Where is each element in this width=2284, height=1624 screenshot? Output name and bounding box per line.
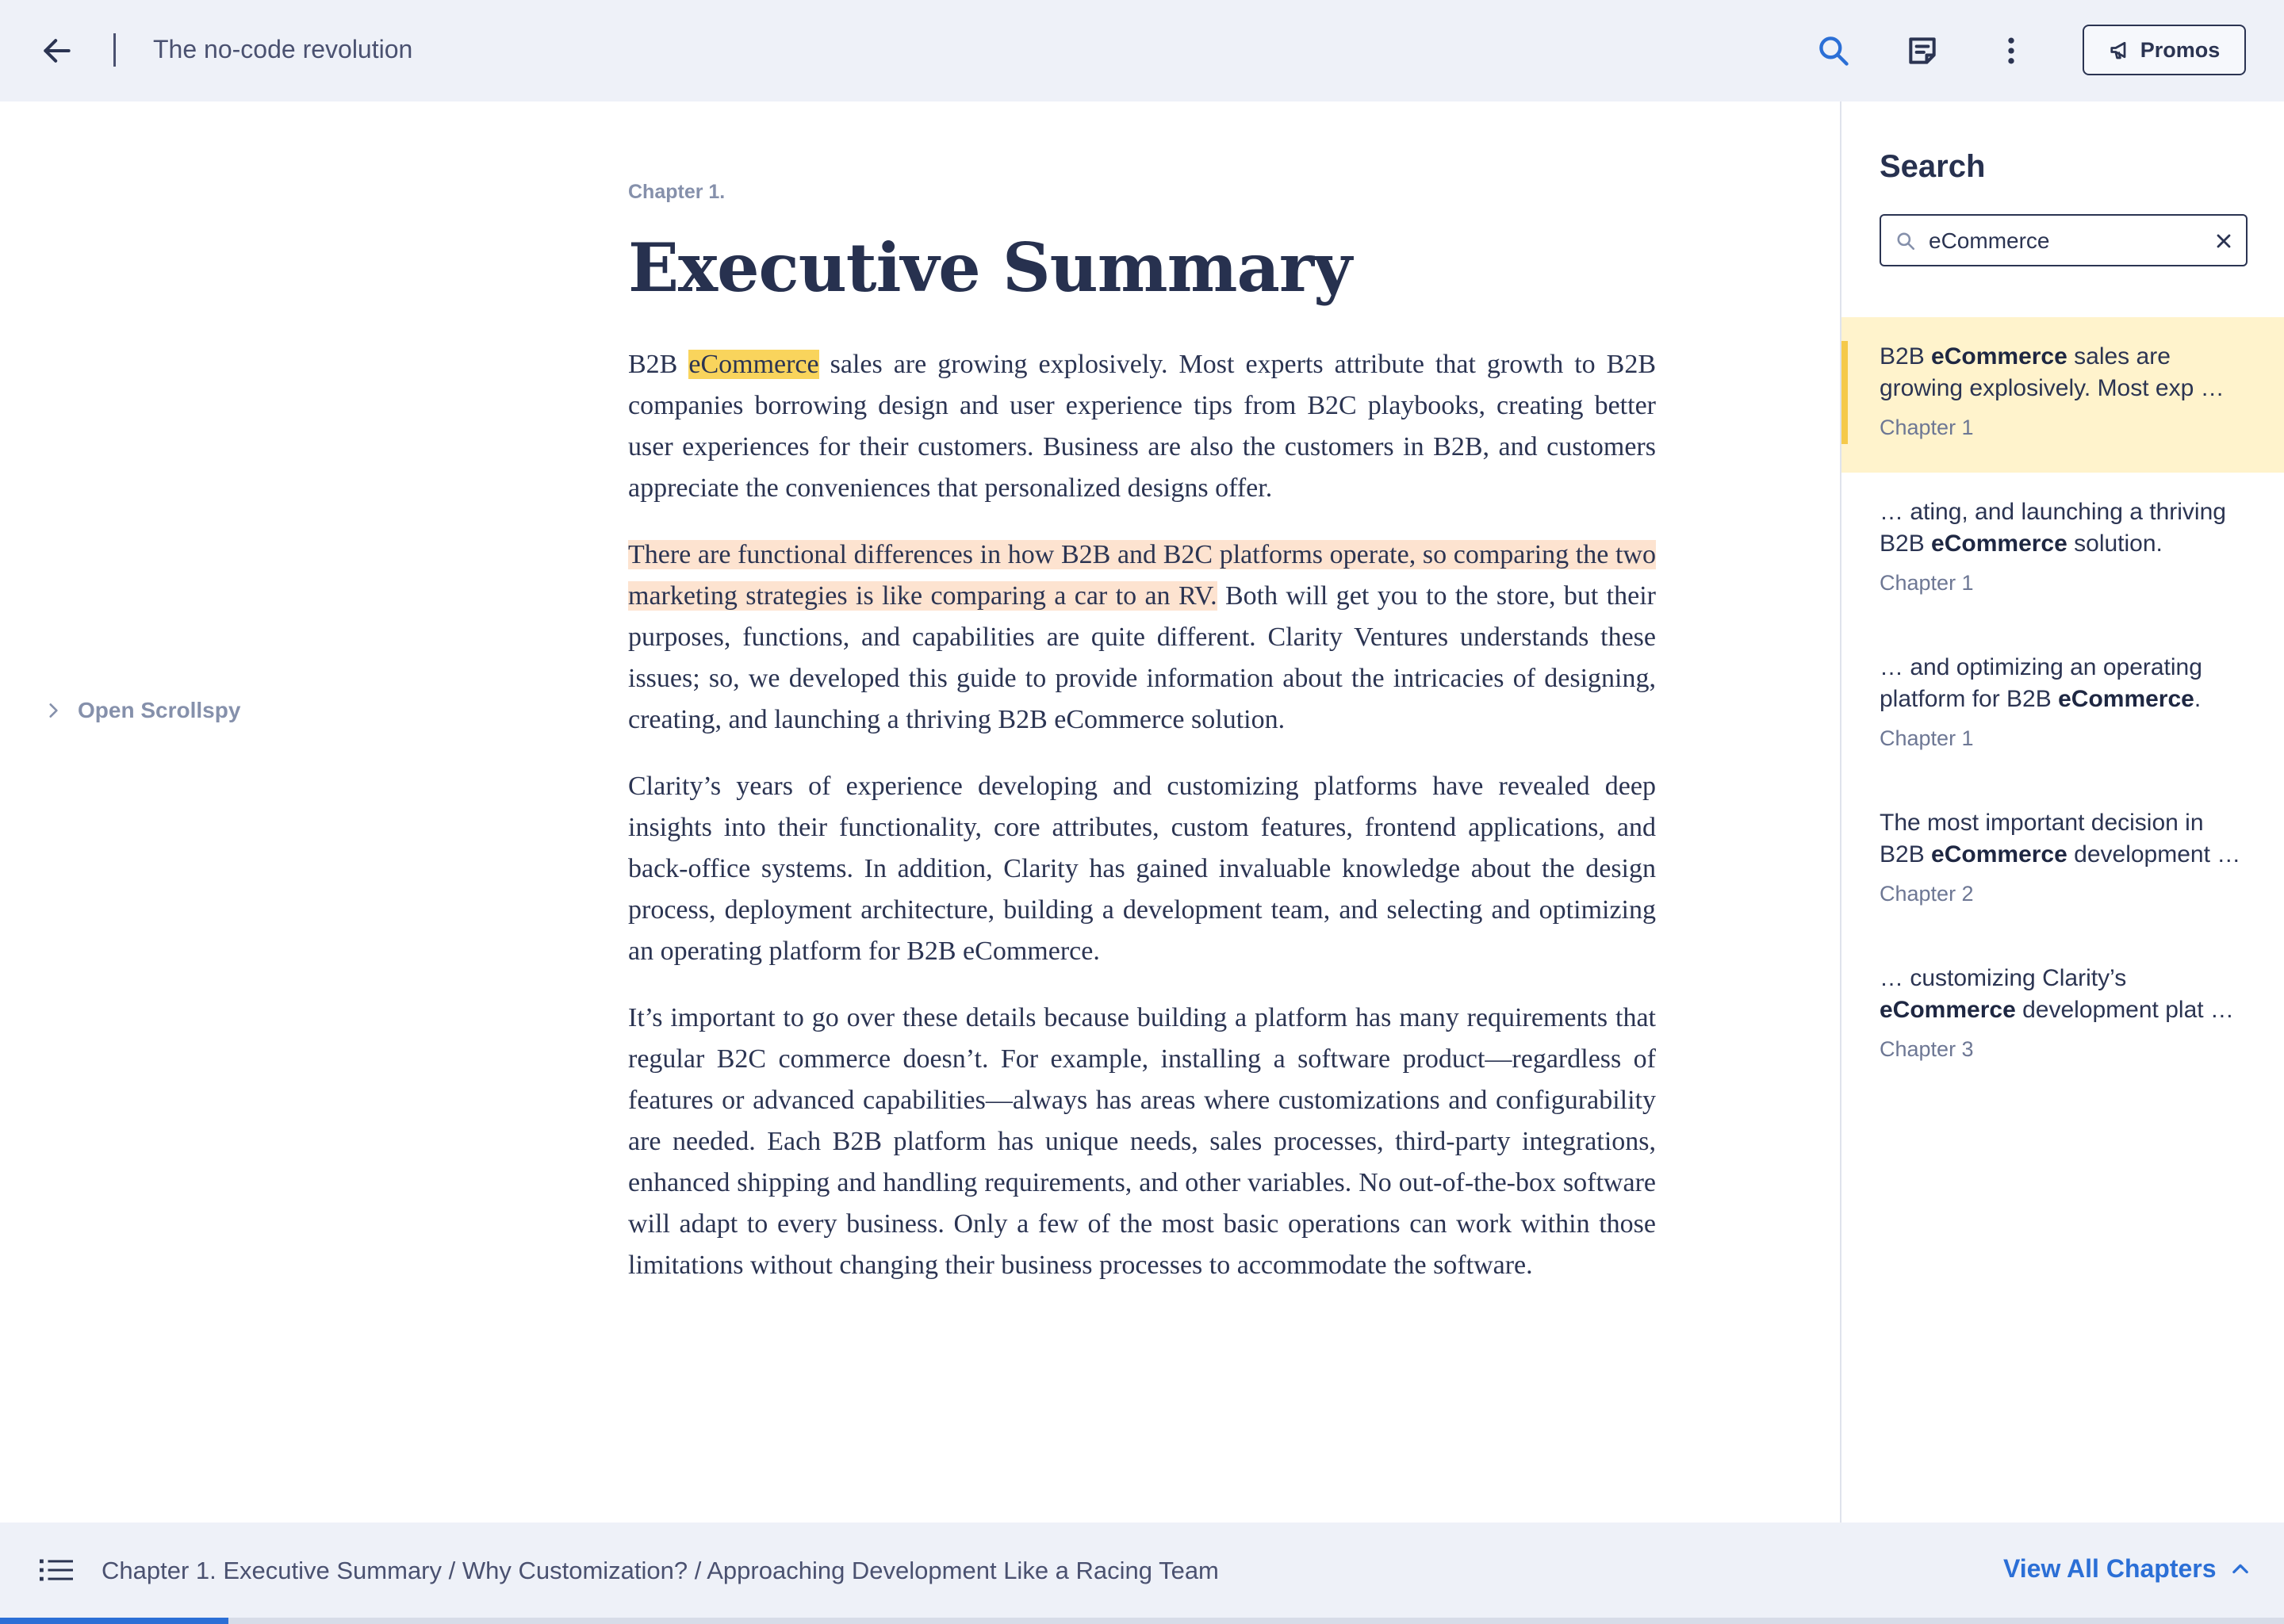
- search-result-item[interactable]: B2B eCommerce sales are growing explosiv…: [1841, 317, 2284, 473]
- scrollspy-label: Open Scrollspy: [78, 698, 241, 722]
- search-box: [1880, 214, 2248, 266]
- more-vertical-icon: [2008, 37, 2014, 64]
- reading-progress-fill: [0, 1618, 228, 1624]
- result-match: eCommerce: [1880, 997, 2016, 1023]
- breadcrumb[interactable]: Chapter 1. Executive Summary / Why Custo…: [102, 1554, 1219, 1588]
- search-input[interactable]: [1929, 224, 2198, 259]
- result-match: eCommerce: [1931, 343, 2067, 370]
- result-snippet-post: .: [2194, 686, 2202, 712]
- search-result-item[interactable]: … customizing Clarity’s eCommerce develo…: [1841, 939, 2284, 1094]
- result-snippet-pre: … customizing Clarity’s: [1880, 965, 2127, 991]
- view-all-chapters-button[interactable]: View All Chapters: [2003, 1554, 2251, 1584]
- result-match: eCommerce: [1931, 530, 2067, 557]
- bottom-bar: Chapter 1. Executive Summary / Why Custo…: [0, 1522, 2284, 1618]
- result-match: eCommerce: [1931, 841, 2067, 868]
- article-content: Chapter 1. Executive Summary B2B eCommer…: [628, 176, 1656, 1286]
- result-snippet: … customizing Clarity’s eCommerce develo…: [1880, 963, 2246, 1026]
- result-chapter: Chapter 2: [1880, 882, 1974, 906]
- megaphone-icon: [2110, 41, 2126, 59]
- chevron-up-icon: [2232, 1564, 2248, 1573]
- result-chapter: Chapter 1: [1880, 416, 1974, 439]
- chevron-right-icon: [49, 703, 58, 718]
- list-icon: [40, 1559, 73, 1581]
- view-all-label: View All Chapters: [2003, 1554, 2217, 1583]
- search-button[interactable]: [1816, 33, 1851, 68]
- result-match: eCommerce: [2058, 686, 2194, 712]
- search-panel: Search B2B eCommerce sales are growing e…: [1840, 102, 2284, 1522]
- close-icon[interactable]: [2213, 230, 2235, 252]
- top-bar: The no-code revolution Promos: [0, 0, 2284, 102]
- result-snippet: … and optimizing an operating platform f…: [1880, 652, 2246, 715]
- title-divider: [113, 33, 116, 67]
- document-title: The no-code revolution: [153, 35, 413, 63]
- result-snippet-pre: B2B: [1880, 343, 1932, 370]
- more-options-button[interactable]: [1994, 33, 2029, 68]
- back-button[interactable]: [40, 33, 75, 68]
- search-result-item[interactable]: The most important decision in B2B eComm…: [1841, 783, 2284, 939]
- result-snippet: The most important decision in B2B eComm…: [1880, 807, 2246, 871]
- search-heading: Search: [1880, 149, 1986, 184]
- paragraph-1-pre: B2B: [628, 350, 689, 379]
- promos-label: Promos: [2140, 37, 2221, 62]
- result-snippet-post: development plat …: [2015, 997, 2234, 1023]
- paragraph-1: B2B eCommerce sales are growing explosiv…: [628, 344, 1656, 509]
- table-of-contents-button[interactable]: [40, 1556, 73, 1584]
- result-chapter: Chapter 3: [1880, 1037, 1974, 1061]
- notes-button[interactable]: [1905, 33, 1940, 68]
- paragraph-3: Clarity’s years of experience developing…: [628, 772, 1656, 966]
- result-snippet-post: solution.: [2067, 530, 2163, 557]
- search-results: B2B eCommerce sales are growing explosiv…: [1841, 317, 2284, 1094]
- result-snippet: B2B eCommerce sales are growing explosiv…: [1880, 341, 2246, 404]
- search-icon: [1897, 232, 1915, 251]
- result-snippet-post: development …: [2067, 841, 2241, 868]
- paragraph-4: It’s important to go over these details …: [628, 1003, 1656, 1280]
- result-snippet: … ating, and launching a thriving B2B eC…: [1880, 496, 2246, 560]
- search-icon: [1819, 36, 1849, 66]
- result-chapter: Chapter 1: [1880, 726, 1974, 750]
- search-match-highlight: eCommerce: [688, 350, 819, 379]
- notes-icon: [1909, 37, 1936, 64]
- chapter-title: Executive Summary: [628, 228, 1352, 307]
- paragraph-2: There are functional differences in how …: [628, 534, 1656, 741]
- result-chapter: Chapter 1: [1880, 571, 1974, 595]
- promos-button[interactable]: Promos: [2083, 25, 2246, 75]
- chapter-label: Chapter 1.: [628, 181, 726, 203]
- reading-progress-bar: [0, 1618, 2284, 1624]
- arrow-left-icon: [44, 39, 71, 63]
- search-result-item[interactable]: … ating, and launching a thriving B2B eC…: [1841, 473, 2284, 628]
- open-scrollspy-toggle[interactable]: Open Scrollspy: [43, 698, 240, 723]
- search-result-item[interactable]: … and optimizing an operating platform f…: [1841, 628, 2284, 783]
